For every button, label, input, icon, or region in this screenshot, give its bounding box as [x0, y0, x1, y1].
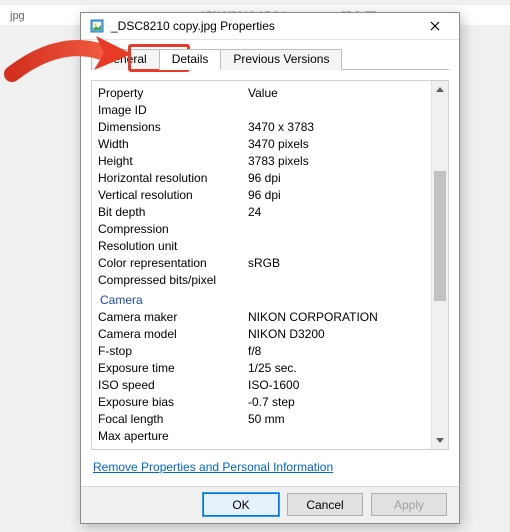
properties-dialog: _DSC8210 copy.jpg Properties General Det… [80, 12, 460, 524]
property-value [248, 428, 425, 445]
details-panel: Property Value Image IDDimensions3470 x … [91, 80, 449, 450]
tab-general[interactable]: General [91, 49, 160, 70]
column-headers: Property Value [98, 85, 425, 102]
property-name: Horizontal resolution [98, 170, 248, 187]
dialog-title: _DSC8210 copy.jpg Properties [111, 19, 419, 33]
property-row[interactable]: Compressed bits/pixel [98, 272, 425, 289]
section-camera: Camera [98, 289, 425, 309]
property-row[interactable]: Width3470 pixels [98, 136, 425, 153]
property-name: Compressed bits/pixel [98, 272, 248, 289]
property-row[interactable]: Image ID [98, 102, 425, 119]
tab-previous-versions[interactable]: Previous Versions [220, 49, 342, 70]
property-row[interactable]: Bit depth24 [98, 204, 425, 221]
property-row[interactable]: F-stopf/8 [98, 343, 425, 360]
property-row[interactable]: ISO speedISO-1600 [98, 377, 425, 394]
property-value: f/8 [248, 343, 425, 360]
ok-button[interactable]: OK [203, 493, 279, 516]
property-value: 3470 pixels [248, 136, 425, 153]
col-value: Value [248, 85, 425, 102]
property-row[interactable]: Camera modelNIKON D3200 [98, 326, 425, 343]
property-value: 1/25 sec. [248, 360, 425, 377]
property-row[interactable]: Compression [98, 221, 425, 238]
property-row[interactable]: Exposure time1/25 sec. [98, 360, 425, 377]
property-name: Max aperture [98, 428, 248, 445]
property-name: Focal length [98, 411, 248, 428]
apply-button[interactable]: Apply [371, 493, 447, 516]
property-row[interactable]: Resolution unit [98, 238, 425, 255]
property-name: Camera model [98, 326, 248, 343]
property-value: 24 [248, 204, 425, 221]
scrollbar-thumb[interactable] [434, 171, 446, 301]
property-name: Image ID [98, 102, 248, 119]
property-name: Compression [98, 221, 248, 238]
property-value: 3470 x 3783 [248, 119, 425, 136]
property-row[interactable]: Height3783 pixels [98, 153, 425, 170]
vertical-scrollbar[interactable] [431, 81, 448, 449]
property-row[interactable]: Vertical resolution96 dpi [98, 187, 425, 204]
scroll-down-arrow[interactable] [432, 432, 448, 449]
property-name: ISO speed [98, 377, 248, 394]
property-name: Camera maker [98, 309, 248, 326]
property-value: 96 dpi [248, 170, 425, 187]
tab-strip: General Details Previous Versions [81, 40, 459, 74]
property-row[interactable]: Color representationsRGB [98, 255, 425, 272]
property-value: NIKON CORPORATION [248, 309, 425, 326]
property-value: 50 mm [248, 411, 425, 428]
scroll-up-arrow[interactable] [432, 81, 448, 98]
property-name: Vertical resolution [98, 187, 248, 204]
property-row[interactable]: Exposure bias-0.7 step [98, 394, 425, 411]
property-row[interactable]: Focal length50 mm [98, 411, 425, 428]
property-value [248, 221, 425, 238]
property-value [248, 272, 425, 289]
property-name: Exposure bias [98, 394, 248, 411]
property-value: 96 dpi [248, 187, 425, 204]
cancel-button[interactable]: Cancel [287, 493, 363, 516]
dialog-buttons: OK Cancel Apply [81, 486, 459, 523]
property-name: Bit depth [98, 204, 248, 221]
col-property: Property [98, 85, 248, 102]
property-name: Width [98, 136, 248, 153]
property-value: sRGB [248, 255, 425, 272]
image-file-icon [89, 18, 105, 34]
titlebar: _DSC8210 copy.jpg Properties [81, 13, 459, 40]
property-name: Exposure time [98, 360, 248, 377]
property-name: Dimensions [98, 119, 248, 136]
remove-properties-link[interactable]: Remove Properties and Personal Informati… [93, 460, 333, 474]
property-name: Resolution unit [98, 238, 248, 255]
property-value [248, 102, 425, 119]
property-name: Color representation [98, 255, 248, 272]
property-value: ISO-1600 [248, 377, 425, 394]
property-row[interactable]: Horizontal resolution96 dpi [98, 170, 425, 187]
property-row[interactable]: Camera makerNIKON CORPORATION [98, 309, 425, 326]
property-value [248, 238, 425, 255]
property-row[interactable]: Dimensions3470 x 3783 [98, 119, 425, 136]
property-row[interactable]: Max aperture [98, 428, 425, 445]
close-button[interactable] [419, 14, 451, 38]
property-value: -0.7 step [248, 394, 425, 411]
property-name: F-stop [98, 343, 248, 360]
property-value: NIKON D3200 [248, 326, 425, 343]
property-name: Height [98, 153, 248, 170]
property-value: 3783 pixels [248, 153, 425, 170]
tab-details[interactable]: Details [159, 49, 222, 70]
